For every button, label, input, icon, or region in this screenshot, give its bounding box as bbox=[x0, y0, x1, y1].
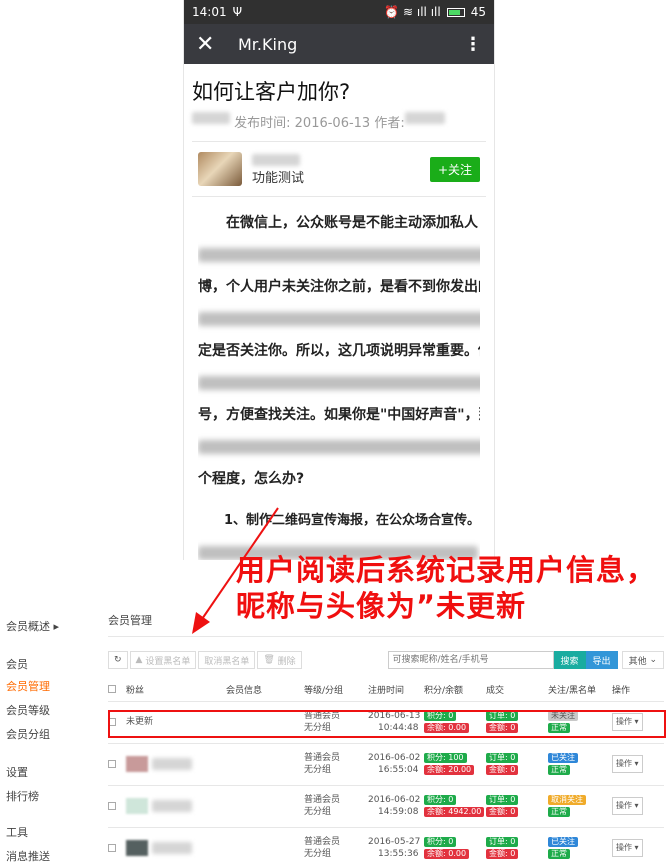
col-deals: 成交 bbox=[486, 679, 548, 702]
refresh-icon: ↻ bbox=[114, 655, 122, 665]
sidebar-heading-member: 会员 bbox=[6, 658, 28, 671]
article-line: 号，方便查找关注。如果你是"中国好声音"，那不 bbox=[198, 407, 480, 423]
refresh-button[interactable]: ↻ bbox=[108, 651, 128, 669]
row-checkbox[interactable] bbox=[108, 759, 116, 768]
points-badge: 积分: 0 bbox=[424, 711, 457, 721]
state-badge: 正常 bbox=[548, 807, 570, 817]
col-member-info: 会员信息 bbox=[226, 679, 304, 702]
sidebar-item-message[interactable]: 消息推送 bbox=[6, 848, 50, 864]
sidebar-item-member-level[interactable]: 会员等级 bbox=[6, 702, 50, 718]
orders-badge: 订单: 0 bbox=[486, 795, 519, 805]
avatar bbox=[126, 756, 148, 772]
phone-screenshot: 14:01 Ψ ⏰ ≋ ıll ıll 45 ✕ Mr.King ⋮ 如何让客户… bbox=[183, 0, 495, 560]
row-checkbox[interactable] bbox=[108, 717, 116, 726]
usb-icon: Ψ bbox=[232, 5, 243, 19]
follow-badge: 未关注 bbox=[548, 711, 578, 721]
account-avatar bbox=[198, 152, 242, 186]
row-checkbox[interactable] bbox=[108, 843, 116, 852]
toolbar: ↻ ▲ 设置黑名单 取消黑名单 🗑 删除 搜索 导出 其他 ⌄ bbox=[108, 651, 664, 669]
follow-badge: 取消关注 bbox=[548, 795, 586, 805]
chevron-down-icon: ⌄ bbox=[649, 655, 657, 665]
points-badge: 积分: 0 bbox=[424, 837, 457, 847]
search-input[interactable] bbox=[387, 651, 554, 669]
status-icons: ⏰ ≋ ıll ıll bbox=[384, 5, 441, 19]
state-badge: 正常 bbox=[548, 765, 570, 775]
follow-badge: 已关注 bbox=[548, 837, 578, 847]
action-dropdown[interactable]: 操作 ▾ bbox=[612, 839, 643, 857]
account-type: 功能测试 bbox=[252, 171, 305, 186]
action-dropdown[interactable]: 操作 ▾ bbox=[612, 713, 643, 731]
state-badge: 正常 bbox=[548, 849, 570, 859]
points-badge: 积分: 0 bbox=[424, 795, 457, 805]
table-row: 普通会员 无分组 2016-06-02 14:59:08 积分: 0 余额: 4942… bbox=[108, 785, 664, 828]
row-checkbox[interactable] bbox=[108, 801, 116, 810]
balance-badge: 余额: 20.00 bbox=[424, 765, 475, 775]
battery-icon bbox=[446, 7, 465, 17]
status-bar: 14:01 Ψ ⏰ ≋ ıll ıll 45 bbox=[184, 0, 494, 24]
set-blacklist-button[interactable]: ▲ 设置黑名单 bbox=[129, 651, 197, 669]
sidebar-item-member-group[interactable]: 会员分组 bbox=[6, 726, 50, 742]
orders-badge: 订单: 0 bbox=[486, 837, 519, 847]
col-register-time: 注册时间 bbox=[368, 679, 424, 702]
battery-level: 45 bbox=[470, 5, 486, 19]
sidebar-item-member-manage[interactable]: 会员管理 bbox=[6, 678, 50, 694]
points-badge: 积分: 100 bbox=[424, 753, 467, 763]
delete-button[interactable]: 🗑 删除 bbox=[257, 651, 302, 669]
member-table: 粉丝 会员信息 等级/分组 注册时间 积分/余额 成交 关注/黑名单 操作 未更… bbox=[108, 679, 664, 866]
member-management-panel: 会员管理 ↻ ▲ 设置黑名单 取消黑名单 🗑 删除 搜索 导出 其他 ⌄ 粉丝 … bbox=[108, 606, 664, 866]
wechat-title-bar: ✕ Mr.King ⋮ bbox=[184, 24, 494, 64]
orders-badge: 订单: 0 bbox=[486, 753, 519, 763]
action-dropdown[interactable]: 操作 ▾ bbox=[612, 755, 643, 773]
table-header: 粉丝 会员信息 等级/分组 注册时间 积分/余额 成交 关注/黑名单 操作 bbox=[108, 679, 664, 702]
article-line: 博，个人用户未关注你之前，是看不到你发出的 bbox=[198, 279, 480, 295]
amount-badge: 金额: 0 bbox=[486, 807, 519, 817]
state-badge: 正常 bbox=[548, 723, 570, 733]
col-points-balance: 积分/余额 bbox=[424, 679, 486, 702]
close-icon[interactable]: ✕ bbox=[196, 32, 224, 57]
article-line: 个程度，怎么办? bbox=[198, 471, 305, 487]
article-line: 在微信上，公众账号是不能主动添加私人 bbox=[226, 215, 478, 231]
col-actions: 操作 bbox=[612, 679, 664, 702]
other-dropdown[interactable]: 其他 ⌄ bbox=[621, 651, 664, 669]
status-time: 14:01 bbox=[192, 5, 227, 19]
col-follow-blacklist: 关注/黑名单 bbox=[548, 679, 612, 702]
select-all-checkbox[interactable] bbox=[108, 685, 116, 694]
sidebar-item-ranking[interactable]: 排行榜 bbox=[6, 788, 39, 804]
balance-badge: 余额: 0.00 bbox=[424, 849, 470, 859]
follow-button[interactable]: +关注 bbox=[429, 156, 480, 182]
account-card[interactable]: 功能测试 +关注 bbox=[192, 142, 486, 197]
amount-badge: 金额: 0 bbox=[486, 723, 519, 733]
more-icon[interactable]: ⋮ bbox=[464, 34, 482, 55]
table-row: 未更新 普通会员 无分组 2016-06-13 10:44:48 积分: 0 余额: … bbox=[108, 701, 664, 744]
export-button[interactable]: 导出 bbox=[585, 651, 618, 669]
follow-badge: 已关注 bbox=[548, 753, 578, 763]
col-level-group: 等级/分组 bbox=[304, 679, 368, 702]
article: 如何让客户加你? 发布时间: 2016-06-13 作者: 功能测试 +关注 在… bbox=[184, 64, 494, 560]
sidebar-heading-settings: 设置 bbox=[6, 766, 28, 779]
balance-badge: 余额: 0.00 bbox=[424, 723, 470, 733]
amount-badge: 金额: 0 bbox=[486, 849, 519, 859]
table-row: 普通会员 无分组 2016-06-02 16:55:04 积分: 100 余额: 20… bbox=[108, 743, 664, 786]
orders-badge: 订单: 0 bbox=[486, 711, 519, 721]
table-row: 普通会员 无分组 2016-05-27 13:55:36 积分: 0 余额: 0.00… bbox=[108, 827, 664, 866]
sidebar-heading-tools: 工具 bbox=[6, 826, 28, 839]
balance-badge: 余额: 4942.00 bbox=[424, 807, 485, 817]
col-fans: 粉丝 bbox=[126, 679, 226, 702]
article-meta: 发布时间: 2016-06-13 作者: bbox=[192, 112, 486, 142]
wechat-title: Mr.King bbox=[238, 34, 298, 54]
sidebar-item-overview[interactable]: 会员概述 ▸ bbox=[6, 618, 59, 634]
cancel-blacklist-button[interactable]: 取消黑名单 bbox=[198, 651, 256, 669]
article-line: 定是否关注你。所以，这几项说明异常重要。你要 bbox=[198, 343, 480, 359]
search-button[interactable]: 搜索 bbox=[553, 651, 586, 669]
article-title: 如何让客户加你? bbox=[192, 80, 351, 104]
page-title: 会员管理 bbox=[108, 606, 664, 637]
avatar bbox=[126, 798, 148, 814]
avatar bbox=[126, 840, 148, 856]
amount-badge: 金额: 0 bbox=[486, 765, 519, 775]
fan-nickname: 未更新 bbox=[126, 701, 226, 744]
action-dropdown[interactable]: 操作 ▾ bbox=[612, 797, 643, 815]
